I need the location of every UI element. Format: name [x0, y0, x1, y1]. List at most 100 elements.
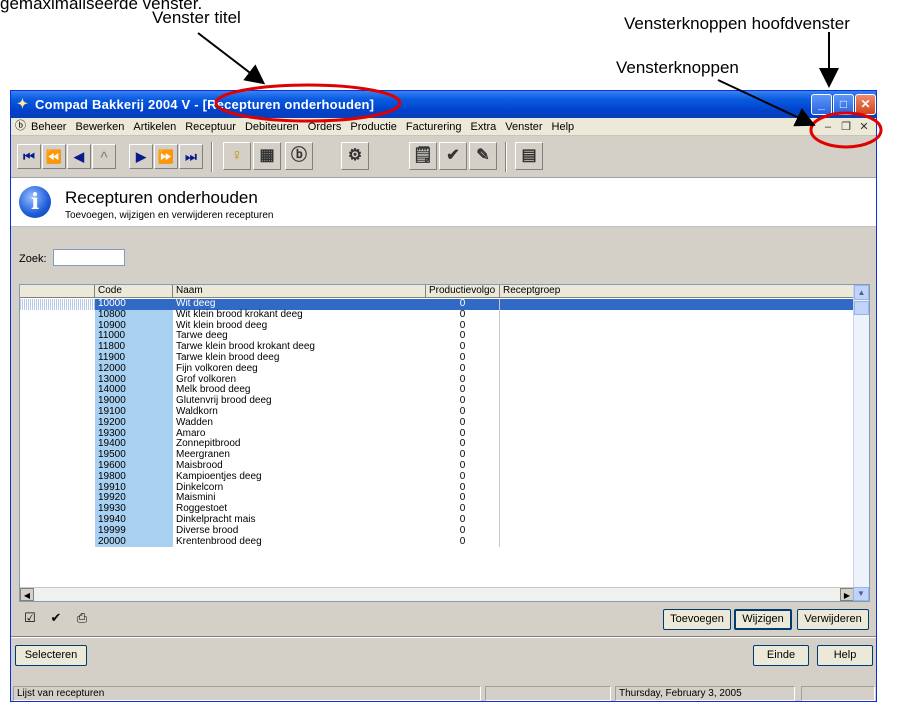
menu-help[interactable]: Help [552, 121, 575, 133]
table-row[interactable]: 19600 Maisbrood 0 [20, 460, 854, 472]
table-row[interactable]: 14000 Melk brood deeg 0 [20, 385, 854, 397]
last-record-icon[interactable]: ⏭ [179, 144, 203, 169]
print-icon[interactable]: ⎙ [73, 609, 91, 627]
page-forward-icon[interactable]: ⏩ [154, 144, 178, 169]
vertical-scrollbar[interactable]: ▲ [853, 285, 869, 589]
window-icon[interactable]: ▤ [515, 142, 543, 170]
cell-receptgroep [500, 385, 854, 396]
selecteren-button[interactable]: Selecteren [15, 645, 87, 666]
menu-facturering[interactable]: Facturering [406, 121, 462, 133]
table-row[interactable]: 19300 Amaro 0 [20, 428, 854, 440]
toevoegen-button[interactable]: Toevoegen [663, 609, 731, 630]
menu-bewerken[interactable]: Bewerken [75, 121, 124, 133]
table-row[interactable]: 20000 Krentenbrood deeg 0 [20, 535, 854, 548]
table-row[interactable]: 19930 Roggestoet 0 [20, 503, 854, 515]
table-row[interactable]: 19999 Diverse brood 0 [20, 524, 854, 537]
previous-record-icon[interactable]: ◀ [67, 144, 91, 169]
title-bar[interactable]: ✦ Compad Bakkerij 2004 V - [Recepturen o… [11, 91, 876, 118]
child-close-button[interactable]: ✕ [856, 120, 872, 134]
cell-receptgroep [500, 310, 854, 321]
status-panel-empty [801, 686, 875, 701]
cell-receptgroep [500, 493, 854, 504]
close-button[interactable]: ✕ [855, 94, 876, 115]
cell-naam: Diverse brood [176, 524, 239, 536]
first-record-icon[interactable]: ⏮ [17, 144, 41, 169]
table-row[interactable]: 11000 Tarwe deeg 0 [20, 331, 854, 343]
table-row[interactable]: 19910 Dinkelcorn 0 [20, 482, 854, 494]
form-icon[interactable]: ▦ [253, 142, 281, 170]
einde-button[interactable]: Einde [753, 645, 809, 666]
menu-productie[interactable]: Productie [350, 121, 396, 133]
row-indicator [20, 493, 95, 505]
verwijderen-button[interactable]: Verwijderen [797, 609, 869, 630]
page-back-icon[interactable]: ⏪ [42, 144, 66, 169]
scroll-down-icon[interactable]: ▼ [853, 587, 869, 601]
table-row[interactable]: 19800 Kampioentjes deeg 0 [20, 471, 854, 483]
page-title: Recepturen onderhouden [65, 188, 258, 207]
cell-naam: Krentenbrood deeg [176, 535, 262, 547]
table-row[interactable]: 19500 Meergranen 0 [20, 449, 854, 461]
check-list-icon[interactable]: ✔ [47, 609, 65, 627]
report-clock-icon[interactable]: 🗒 [409, 142, 437, 170]
table-row[interactable]: 12000 Fijn volkoren deeg 0 [20, 363, 854, 375]
menu-beheer[interactable]: Beheer [31, 121, 66, 133]
key-icon[interactable]: ♀ [223, 142, 251, 170]
table-row[interactable]: 19100 Waldkorn 0 [20, 406, 854, 418]
title-arrow [197, 32, 266, 85]
row-indicator [20, 331, 95, 343]
table-row[interactable]: 19000 Glutenvrij brood deeg 0 [20, 395, 854, 407]
maximize-button[interactable]: □ [833, 94, 854, 115]
table-row[interactable]: 10000 Wit deeg 0 [20, 299, 854, 310]
menu-extra[interactable]: Extra [471, 121, 497, 133]
horizontal-scrollbar[interactable]: ◀ ▶ [20, 587, 854, 601]
report-edit-icon[interactable]: ✎ [469, 142, 497, 170]
recepturen-table: Code Naam Productievolgo Receptgroep 100… [19, 284, 870, 602]
cell-code: 10800 [95, 309, 173, 321]
row-indicator [20, 460, 95, 472]
column-header-receptgroep[interactable]: Receptgroep [500, 285, 854, 297]
next-record-icon[interactable]: ▶ [129, 144, 153, 169]
row-indicator [20, 374, 95, 386]
minimize-button[interactable]: _ [811, 94, 832, 115]
table-row[interactable]: 19940 Dinkelpracht mais 0 [20, 514, 854, 526]
settings-icon[interactable]: ⚙ [341, 142, 369, 170]
menu-orders[interactable]: Orders [308, 121, 342, 133]
content-area: i Recepturen onderhouden Toevoegen, wijz… [11, 178, 876, 701]
table-row[interactable]: 19400 Zonnepitbrood 0 [20, 439, 854, 451]
scroll-right-icon[interactable]: ▶ [840, 588, 854, 601]
column-header-naam[interactable]: Naam [173, 285, 426, 297]
annotation-venster-titel: Venster titel [152, 8, 241, 27]
column-header-indicator[interactable] [20, 285, 95, 297]
child-restore-button[interactable]: ❐ [838, 120, 854, 134]
cell-receptgroep [500, 331, 854, 342]
table-row[interactable]: 10800 Wit klein brood krokant deeg 0 [20, 309, 854, 321]
table-row[interactable]: 11800 Tarwe klein brood krokant deeg 0 [20, 341, 854, 353]
report-check-icon[interactable]: ✔ [439, 142, 467, 170]
menu-receptuur[interactable]: Receptuur [185, 121, 236, 133]
checkbox-icon[interactable]: ☑ [21, 609, 39, 627]
cell-receptgroep [500, 450, 854, 461]
weight-icon[interactable]: ⓑ [285, 142, 313, 170]
row-indicator [20, 309, 95, 321]
cell-receptgroep [500, 472, 854, 483]
table-row[interactable]: 19920 Maismini 0 [20, 493, 854, 505]
up-record-icon[interactable]: ^ [92, 144, 116, 169]
table-row[interactable]: 19200 Wadden 0 [20, 417, 854, 429]
scroll-left-icon[interactable]: ◀ [20, 588, 34, 601]
column-header-code[interactable]: Code [95, 285, 173, 297]
child-minimize-button[interactable]: – [820, 120, 836, 134]
mdi-document-icon[interactable]: ⓑ [15, 120, 28, 133]
table-row[interactable]: 11900 Tarwe klein brood deeg 0 [20, 352, 854, 364]
wijzigen-button[interactable]: Wijzigen [734, 609, 792, 630]
help-button[interactable]: Help [817, 645, 873, 666]
menu-venster[interactable]: Venster [505, 121, 542, 133]
menu-debiteuren[interactable]: Debiteuren [245, 121, 299, 133]
table-row[interactable]: 10900 Wit klein brood deeg 0 [20, 320, 854, 332]
search-input[interactable] [53, 249, 125, 266]
scroll-thumb[interactable] [854, 301, 869, 315]
column-header-productievolgorde[interactable]: Productievolgo [426, 285, 500, 297]
table-row[interactable]: 13000 Grof volkoren 0 [20, 374, 854, 386]
row-indicator [20, 342, 95, 353]
menu-artikelen[interactable]: Artikelen [133, 121, 176, 133]
scroll-up-icon[interactable]: ▲ [854, 285, 869, 300]
